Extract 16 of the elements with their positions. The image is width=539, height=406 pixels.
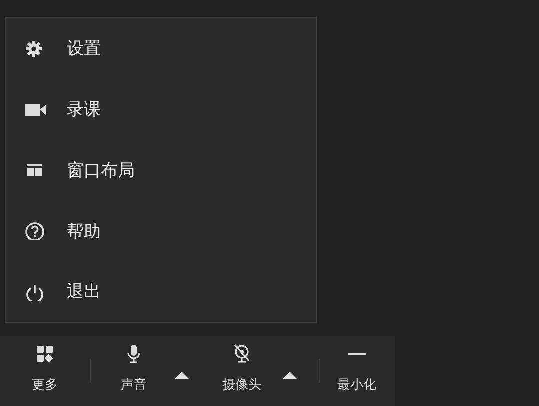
menu-item[interactable]: 窗口布局 — [6, 140, 316, 201]
menu-item[interactable]: 退出 — [6, 261, 316, 322]
toolbar-button[interactable]: 摄像头 — [207, 336, 277, 406]
menu-item[interactable]: 录课 — [6, 80, 316, 140]
caret-icon — [283, 371, 297, 379]
toolbar-button[interactable]: 更多 — [10, 336, 80, 406]
menu-item[interactable]: 帮助 — [6, 200, 316, 262]
help-icon — [25, 222, 47, 240]
minimize-icon — [348, 353, 366, 356]
caret-icon — [175, 371, 189, 379]
menu-item[interactable]: 设置 — [6, 18, 316, 80]
minimize-button[interactable]: 最小化 — [322, 336, 392, 406]
caret-button[interactable] — [175, 371, 189, 379]
toolbar-button[interactable]: 声音 — [99, 336, 169, 406]
caret-button[interactable] — [283, 371, 297, 379]
grid-icon — [35, 344, 55, 364]
